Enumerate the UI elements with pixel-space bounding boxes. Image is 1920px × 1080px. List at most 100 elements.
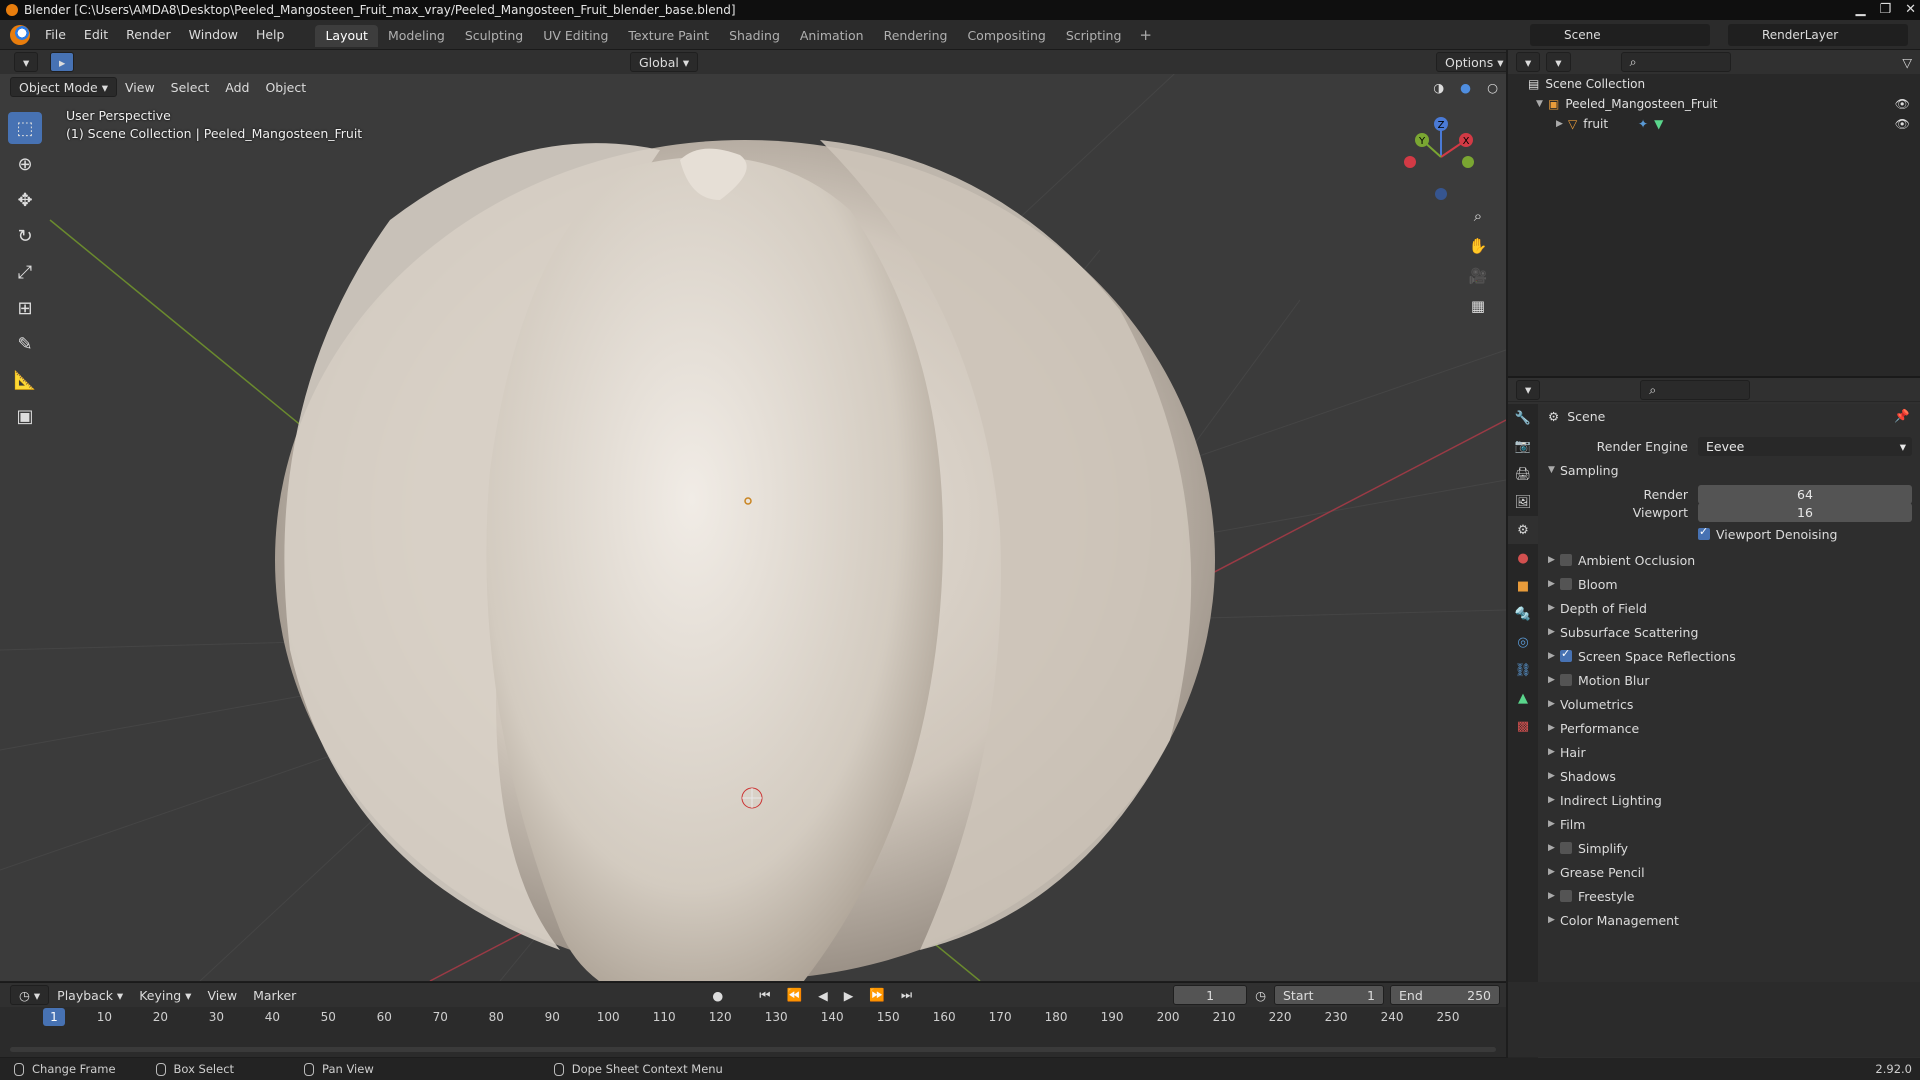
panel-enable-checkbox[interactable] bbox=[1560, 647, 1572, 662]
tab-rendering[interactable]: Rendering bbox=[874, 25, 958, 47]
tab-compositing[interactable]: Compositing bbox=[957, 25, 1055, 47]
editor-type-button[interactable]: ▾ bbox=[14, 52, 39, 72]
prev-keyframe-icon[interactable]: ⏪ bbox=[779, 985, 811, 1005]
expand-icon[interactable]: ▶ bbox=[1548, 555, 1560, 565]
expand-icon[interactable]: ▶ bbox=[1548, 795, 1560, 805]
properties-search-input[interactable]: ⌕ bbox=[1640, 379, 1751, 400]
viewport-menu-add[interactable]: Add bbox=[217, 77, 257, 97]
collapse-icon[interactable]: ▼ bbox=[1548, 465, 1560, 475]
expand-icon[interactable]: ▶ bbox=[1548, 651, 1560, 661]
measure-tool-icon[interactable]: 📐 bbox=[8, 364, 42, 396]
physics-tab-icon[interactable]: ◎ bbox=[1508, 628, 1538, 656]
render-engine-dropdown[interactable]: Eevee ▾ bbox=[1698, 436, 1912, 456]
panel-depth-of-field[interactable]: ▶ Depth of Field bbox=[1538, 596, 1920, 620]
mode-dropdown[interactable]: Object Mode ▾ bbox=[10, 77, 117, 97]
jump-start-icon[interactable]: ⏮ bbox=[751, 985, 778, 1005]
tab-texture-paint[interactable]: Texture Paint bbox=[618, 25, 719, 47]
viewport-shading-solid-icon[interactable]: ◑ bbox=[1425, 77, 1452, 97]
tab-modeling[interactable]: Modeling bbox=[378, 25, 455, 47]
outliner-editor-type[interactable]: ▾ bbox=[1516, 52, 1541, 72]
scale-tool-icon[interactable]: ⤢ bbox=[8, 256, 42, 288]
close-button[interactable]: ✕ bbox=[1905, 2, 1916, 17]
viewport-denoising-row[interactable]: Viewport Denoising bbox=[1538, 522, 1920, 546]
ortho-grid-icon[interactable]: ▦ bbox=[1464, 292, 1492, 320]
expand-icon[interactable]: ▶ bbox=[1548, 819, 1560, 829]
panel-grease-pencil[interactable]: ▶ Grease Pencil bbox=[1538, 860, 1920, 884]
view-layer-tab-icon[interactable]: 🖼 bbox=[1508, 488, 1538, 516]
visibility-eye-icon[interactable]: 👁 bbox=[1895, 117, 1910, 131]
expand-icon[interactable]: ▶ bbox=[1556, 119, 1568, 129]
scene-tab-icon[interactable]: ⚙ bbox=[1508, 516, 1538, 544]
menu-render[interactable]: Render bbox=[117, 20, 180, 50]
timeline-scrollbar[interactable] bbox=[10, 1047, 1496, 1052]
panel-screen-space-reflections[interactable]: ▶ Screen Space Reflections bbox=[1538, 644, 1920, 668]
viewport-samples-field[interactable]: 16 bbox=[1698, 502, 1912, 522]
output-tab-icon[interactable]: 🖨 bbox=[1508, 460, 1538, 488]
tab-animation[interactable]: Animation bbox=[790, 25, 874, 47]
expand-icon[interactable]: ▶ bbox=[1548, 747, 1560, 757]
viewport-menu-object[interactable]: Object bbox=[257, 77, 314, 97]
navigation-gizmo[interactable]: Z X Y bbox=[1396, 112, 1486, 202]
tab-scripting[interactable]: Scripting bbox=[1056, 25, 1132, 47]
panel-sampling[interactable]: ▼ Sampling bbox=[1538, 458, 1920, 482]
3d-viewport[interactable]: ▾ ▸ Global ▾ Options ▾ Object Mode ▾ Vie… bbox=[0, 50, 1506, 981]
current-frame-marker[interactable]: 1 bbox=[43, 1008, 65, 1026]
panel-performance[interactable]: ▶ Performance bbox=[1538, 716, 1920, 740]
render-samples-field[interactable]: 64 bbox=[1698, 484, 1912, 504]
record-icon[interactable]: ● bbox=[704, 985, 731, 1005]
panel-enable-checkbox[interactable] bbox=[1560, 578, 1572, 590]
menu-help[interactable]: Help bbox=[247, 20, 294, 50]
panel-enable-checkbox[interactable] bbox=[1560, 842, 1572, 854]
viewport-denoising-checkbox[interactable] bbox=[1698, 525, 1710, 540]
add-cube-tool-icon[interactable]: ▣ bbox=[8, 400, 42, 432]
expand-icon[interactable]: ▶ bbox=[1548, 771, 1560, 781]
next-keyframe-icon[interactable]: ⏩ bbox=[861, 985, 893, 1005]
scene-selector[interactable]: Scene bbox=[1530, 24, 1710, 46]
viewport-shading-rendered-icon[interactable]: ○ bbox=[1479, 77, 1506, 97]
timeline-editor-type[interactable]: ◷ ▾ bbox=[10, 985, 50, 1005]
transform-orientation-dropdown[interactable]: Global ▾ bbox=[630, 52, 699, 72]
cursor-tool-icon[interactable]: ⊕ bbox=[8, 148, 42, 180]
menu-edit[interactable]: Edit bbox=[75, 20, 117, 50]
viewport-menu-select[interactable]: Select bbox=[163, 77, 218, 97]
data-tab-icon[interactable]: ▲ bbox=[1508, 684, 1538, 712]
maximize-button[interactable]: ❐ bbox=[1879, 2, 1891, 17]
tab-sculpting[interactable]: Sculpting bbox=[455, 25, 533, 47]
select-tool-icon[interactable]: ⬚ bbox=[8, 112, 42, 144]
timeline-menu-keying[interactable]: Keying ▾ bbox=[131, 985, 199, 1005]
material-tab-icon[interactable]: ▩ bbox=[1508, 712, 1538, 740]
transform-tool-icon[interactable]: ⊞ bbox=[8, 292, 42, 324]
expand-icon[interactable]: ▶ bbox=[1548, 867, 1560, 877]
timeline-menu-view[interactable]: View bbox=[199, 985, 245, 1005]
panel-shadows[interactable]: ▶ Shadows bbox=[1538, 764, 1920, 788]
menu-window[interactable]: Window bbox=[180, 20, 247, 50]
play-icon[interactable]: ▶ bbox=[836, 985, 862, 1005]
panel-enable-checkbox[interactable] bbox=[1560, 554, 1572, 566]
filter-icon[interactable]: ▽ bbox=[1894, 52, 1920, 72]
zoom-icon[interactable]: ⌕ bbox=[1464, 202, 1492, 230]
expand-icon[interactable]: ▶ bbox=[1548, 603, 1560, 613]
expand-icon[interactable]: ▶ bbox=[1548, 915, 1560, 925]
menu-file[interactable]: File bbox=[36, 20, 75, 50]
end-frame-field[interactable]: End 250 bbox=[1390, 985, 1500, 1005]
jump-end-icon[interactable]: ⏭ bbox=[893, 985, 920, 1005]
panel-enable-checkbox[interactable] bbox=[1560, 674, 1572, 686]
panel-motion-blur[interactable]: ▶ Motion Blur bbox=[1538, 668, 1920, 692]
panel-film[interactable]: ▶ Film bbox=[1538, 812, 1920, 836]
expand-icon[interactable]: ▶ bbox=[1548, 699, 1560, 709]
panel-simplify[interactable]: ▶ Simplify bbox=[1538, 836, 1920, 860]
panel-bloom[interactable]: ▶ Bloom bbox=[1538, 572, 1920, 596]
clock-icon[interactable]: ◷ bbox=[1247, 985, 1274, 1005]
outliner-row-collection[interactable]: ▼ ▣ Peeled_Mangosteen_Fruit 👁 bbox=[1508, 94, 1920, 114]
options-dropdown[interactable]: Options ▾ bbox=[1436, 52, 1506, 72]
object-tab-icon[interactable]: ■ bbox=[1508, 572, 1538, 600]
panel-subsurface-scattering[interactable]: ▶ Subsurface Scattering bbox=[1538, 620, 1920, 644]
annotate-tool-icon[interactable]: ✎ bbox=[8, 328, 42, 360]
modifier-tab-icon[interactable]: 🔩 bbox=[1508, 600, 1538, 628]
outliner-row-scene-collection[interactable]: ▤ Scene Collection bbox=[1508, 74, 1920, 94]
frame-ruler[interactable]: 1 10 20 30 40 50 60 70 80 90 100 110 120 130 140 150 160… bbox=[0, 1007, 1506, 1029]
constraint-tab-icon[interactable]: ⛓ bbox=[1508, 656, 1538, 684]
minimize-button[interactable]: ▁ bbox=[1855, 2, 1865, 17]
outliner-search-input[interactable]: ⌕ bbox=[1620, 52, 1731, 72]
panel-volumetrics[interactable]: ▶ Volumetrics bbox=[1538, 692, 1920, 716]
